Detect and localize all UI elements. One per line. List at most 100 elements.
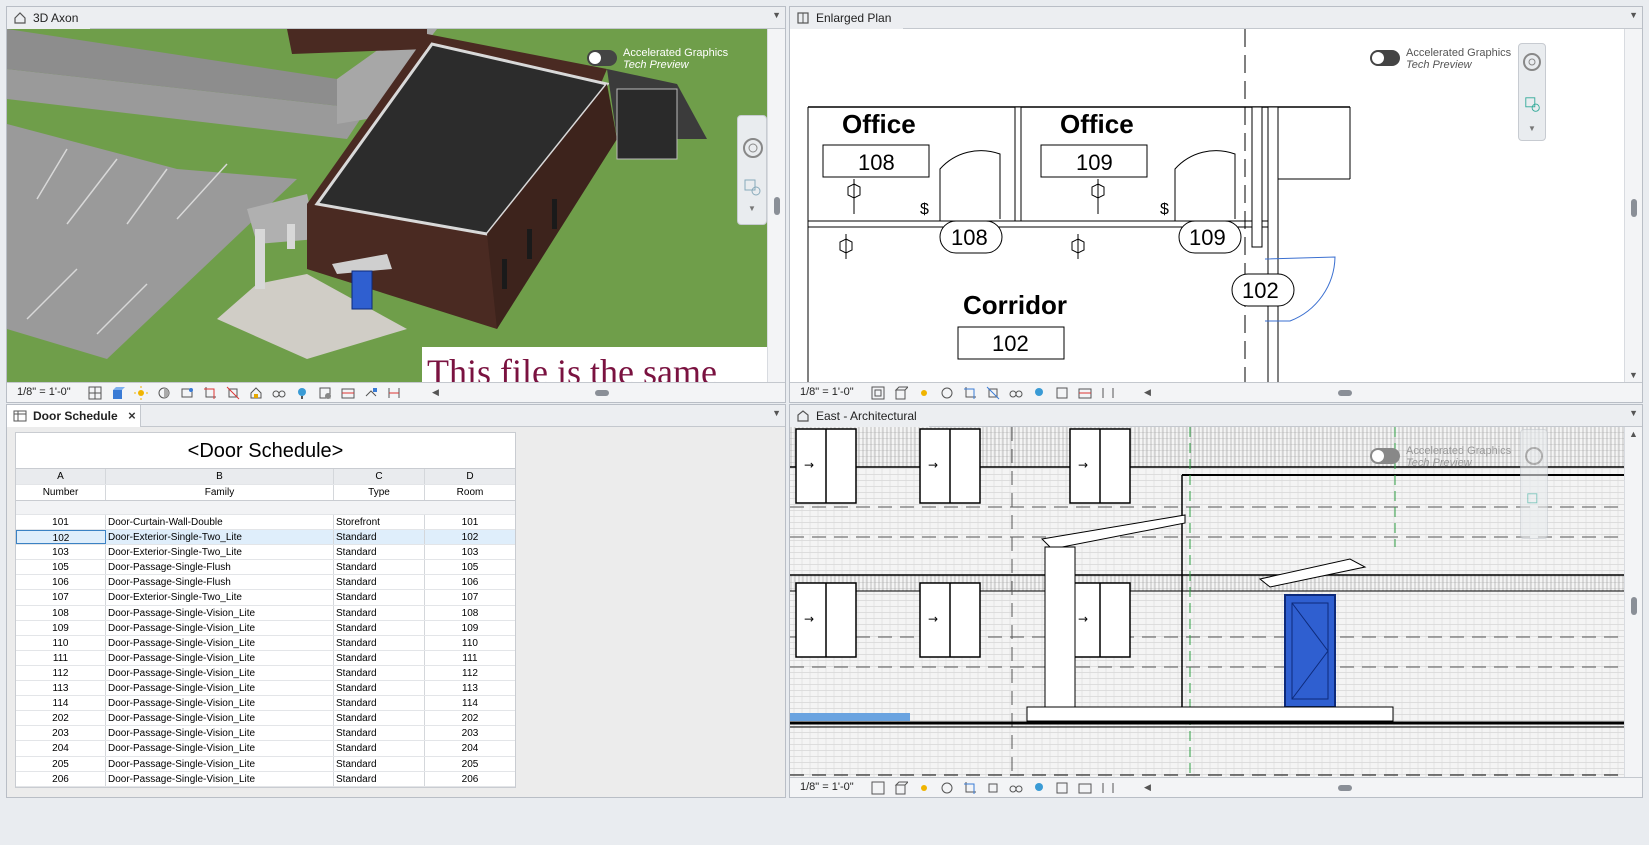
shadows-icon[interactable] — [939, 780, 955, 796]
navigation-bar[interactable]: ▼ — [737, 115, 767, 225]
table-row[interactable]: 113 Door-Passage-Single-Vision_Lite Standa… — [16, 681, 515, 697]
cell-room[interactable]: 206 — [425, 772, 515, 786]
cell-number[interactable]: 114 — [16, 696, 106, 711]
elevation-vertical-scrollbar[interactable]: ▲ — [1624, 427, 1642, 777]
chevron-down-icon[interactable]: ▼ — [1528, 124, 1536, 133]
show-crop-icon[interactable] — [985, 385, 1001, 401]
axon-canvas[interactable]: This file is the same — [7, 29, 769, 384]
door-tag-102[interactable]: 102 — [1242, 278, 1279, 303]
temporary-hide-icon[interactable] — [271, 385, 287, 401]
cell-room[interactable]: 109 — [425, 621, 515, 635]
steering-wheel-icon[interactable] — [739, 134, 767, 162]
zoom-region-icon[interactable] — [1526, 492, 1544, 510]
cell-number[interactable]: 206 — [16, 771, 106, 786]
worksharing-icon[interactable] — [317, 385, 333, 401]
cell-number[interactable]: 111 — [16, 650, 106, 665]
room-name-office-109[interactable]: Office — [1060, 109, 1134, 139]
room-number-109[interactable]: 109 — [1076, 150, 1113, 175]
worksharing-icon[interactable] — [1054, 780, 1070, 796]
cell-family[interactable]: Door-Passage-Single-Vision_Lite — [106, 650, 334, 665]
cell-family[interactable]: Door-Passage-Single-Vision_Lite — [106, 756, 334, 771]
cell-room[interactable]: 107 — [425, 590, 515, 604]
scroll-left-icon[interactable]: ◀ — [1144, 782, 1151, 793]
cell-room[interactable]: 101 — [425, 515, 515, 529]
cell-family[interactable]: Door-Passage-Single-Vision_Lite — [106, 741, 334, 756]
view-scale[interactable]: 1/8" = 1'-0" — [800, 386, 854, 398]
table-row[interactable]: 103 Door-Exterior-Single-Two_Lite Standard… — [16, 545, 515, 561]
cell-family[interactable]: Door-Passage-Single-Vision_Lite — [106, 635, 334, 650]
cell-family[interactable]: Door-Passage-Single-Vision_Lite — [106, 620, 334, 635]
scroll-thumb[interactable] — [1631, 597, 1637, 615]
cell-type[interactable]: Standard — [334, 590, 425, 605]
cell-family[interactable]: Door-Exterior-Single-Two_Lite — [106, 590, 334, 605]
cell-type[interactable]: Standard — [334, 741, 425, 756]
elevation-view-pane[interactable]: East - Architectural ▼ → → → → → → Accel… — [789, 404, 1643, 798]
cell-number[interactable]: 202 — [16, 711, 106, 726]
table-row[interactable]: 110 Door-Passage-Single-Vision_Lite Standa… — [16, 635, 515, 651]
cell-type[interactable]: Standard — [334, 650, 425, 665]
view-menu-caret-icon[interactable]: ▼ — [1629, 408, 1638, 418]
cell-number[interactable]: 113 — [16, 681, 106, 696]
steering-wheel-icon[interactable] — [1522, 444, 1546, 468]
scroll-thumb[interactable] — [774, 197, 780, 215]
cell-room[interactable]: 103 — [425, 545, 515, 559]
sun-path-icon[interactable] — [916, 385, 932, 401]
plan-canvas[interactable]: $ $ Office 108 108 Office 109 109 Corrid… — [790, 29, 1626, 384]
render-icon[interactable] — [179, 385, 195, 401]
cell-family[interactable]: Door-Exterior-Single-Two_Lite — [106, 530, 334, 545]
table-row[interactable]: 101 Door-Curtain-Wall-Double Storefront 101 — [16, 515, 515, 531]
reveal-constraints-icon[interactable] — [1100, 780, 1116, 796]
table-row[interactable]: 102 Door-Exterior-Single-Two_Lite Standard… — [16, 530, 515, 546]
column-letter-a[interactable]: A — [16, 469, 106, 484]
view-scale[interactable]: 1/8" = 1'-0" — [17, 386, 71, 398]
toggle-switch[interactable] — [587, 50, 617, 66]
table-row[interactable]: 114 Door-Passage-Single-Vision_Lite Standa… — [16, 696, 515, 712]
steering-wheel-icon[interactable] — [1520, 50, 1544, 74]
elevation-hscroll-thumb[interactable] — [1338, 785, 1352, 791]
chevron-down-icon[interactable]: ▼ — [748, 204, 756, 213]
schedule-view-pane[interactable]: Door Schedule × ▼ <Door Schedule> A B C … — [6, 404, 786, 798]
table-row[interactable]: 107 Door-Exterior-Single-Two_Lite Standard… — [16, 590, 515, 606]
cell-family[interactable]: Door-Exterior-Single-Two_Lite — [106, 545, 334, 560]
cell-room[interactable]: 202 — [425, 711, 515, 725]
cell-family[interactable]: Door-Passage-Single-Vision_Lite — [106, 665, 334, 681]
lock-view-icon[interactable] — [248, 385, 264, 401]
toggle-switch[interactable] — [1370, 448, 1400, 464]
sun-path-icon[interactable] — [133, 385, 149, 401]
reveal-hidden-icon[interactable] — [1031, 780, 1047, 796]
cell-family[interactable]: Door-Passage-Single-Vision_Lite — [106, 726, 334, 741]
schedule-title[interactable]: <Door Schedule> — [16, 433, 515, 469]
zoom-region-icon[interactable] — [743, 178, 763, 198]
table-row[interactable]: 205 Door-Passage-Single-Vision_Lite Standa… — [16, 756, 515, 772]
room-number-108[interactable]: 108 — [858, 150, 895, 175]
cell-number[interactable]: 103 — [16, 545, 106, 560]
table-row[interactable]: 111 Door-Passage-Single-Vision_Lite Standa… — [16, 650, 515, 666]
cell-room[interactable]: 112 — [425, 666, 515, 680]
visual-style-icon[interactable] — [893, 385, 909, 401]
cell-number[interactable]: 108 — [16, 605, 106, 620]
show-crop-icon[interactable] — [225, 385, 241, 401]
cell-room[interactable]: 111 — [425, 651, 515, 665]
accelerated-graphics-toggle[interactable]: Accelerated Graphics Tech Preview — [1370, 445, 1511, 469]
temporary-hide-icon[interactable] — [1008, 385, 1024, 401]
table-row[interactable]: 202 Door-Passage-Single-Vision_Lite Standa… — [16, 711, 515, 727]
axon-hscroll-thumb[interactable] — [595, 390, 609, 396]
tab-enlarged-plan[interactable]: Enlarged Plan — [790, 7, 904, 29]
analytical-model-icon[interactable] — [1077, 780, 1093, 796]
detail-level-icon[interactable] — [87, 385, 103, 401]
shadows-icon[interactable] — [939, 385, 955, 401]
axon-view-pane[interactable]: 3D Axon ▼ This file is the same Accelera… — [6, 6, 786, 403]
cell-type[interactable]: Standard — [334, 726, 425, 741]
cell-family[interactable]: Door-Passage-Single-Vision_Lite — [106, 605, 334, 620]
axon-vertical-scrollbar[interactable] — [767, 29, 785, 382]
cell-room[interactable]: 114 — [425, 696, 515, 710]
cell-type[interactable]: Standard — [334, 756, 425, 771]
cell-room[interactable]: 204 — [425, 741, 515, 755]
reveal-constraints-icon[interactable] — [1100, 385, 1116, 401]
cell-number[interactable]: 203 — [16, 726, 106, 741]
cell-number[interactable]: 106 — [16, 575, 106, 590]
detail-level-icon[interactable] — [870, 780, 886, 796]
cell-type[interactable]: Standard — [334, 575, 425, 590]
view-menu-caret-icon[interactable]: ▼ — [772, 408, 781, 418]
scroll-left-icon[interactable]: ◀ — [432, 387, 439, 398]
